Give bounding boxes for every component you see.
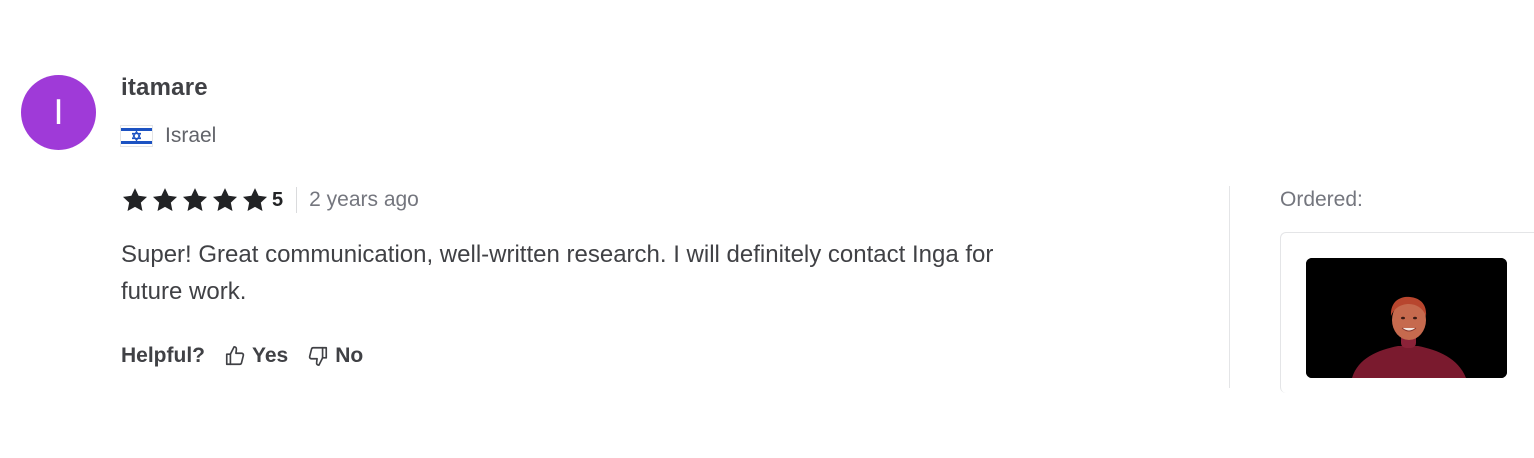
star-icon bbox=[212, 188, 238, 211]
rating-value: 5 bbox=[272, 188, 284, 211]
star-icon bbox=[242, 188, 268, 211]
rating-row: 5 2 years ago bbox=[121, 185, 419, 215]
review-text: Super! Great communication, well-written… bbox=[121, 241, 994, 305]
thumbs-down-icon bbox=[309, 346, 328, 366]
helpful-yes-button[interactable]: Yes bbox=[224, 344, 288, 368]
seller-video-thumbnail bbox=[1306, 258, 1507, 378]
reviewer-avatar: I bbox=[21, 75, 96, 150]
thumbs-up-icon bbox=[225, 346, 245, 366]
vertical-divider bbox=[1229, 186, 1230, 388]
reviewer-name: itamare bbox=[121, 74, 208, 101]
gig-thumbnail[interactable] bbox=[1306, 258, 1507, 378]
no-label: No bbox=[335, 344, 364, 367]
review-time: 2 years ago bbox=[309, 188, 419, 211]
helpful-row: Helpful? Yes No bbox=[121, 341, 382, 371]
helpful-no-button[interactable]: No bbox=[307, 344, 363, 368]
star-icon bbox=[152, 188, 178, 211]
ordered-label: Ordered: bbox=[1280, 188, 1363, 211]
avatar-initial: I bbox=[53, 92, 64, 133]
star-icon bbox=[122, 188, 148, 211]
yes-label: Yes bbox=[252, 344, 289, 367]
reviewer-country: Israel bbox=[121, 122, 216, 150]
star-rating bbox=[121, 186, 269, 214]
rating-separator bbox=[296, 187, 298, 213]
israel-flag-icon bbox=[121, 126, 152, 146]
country-name: Israel bbox=[165, 124, 217, 147]
star-icon bbox=[182, 188, 208, 211]
helpful-label: Helpful? bbox=[121, 344, 205, 367]
